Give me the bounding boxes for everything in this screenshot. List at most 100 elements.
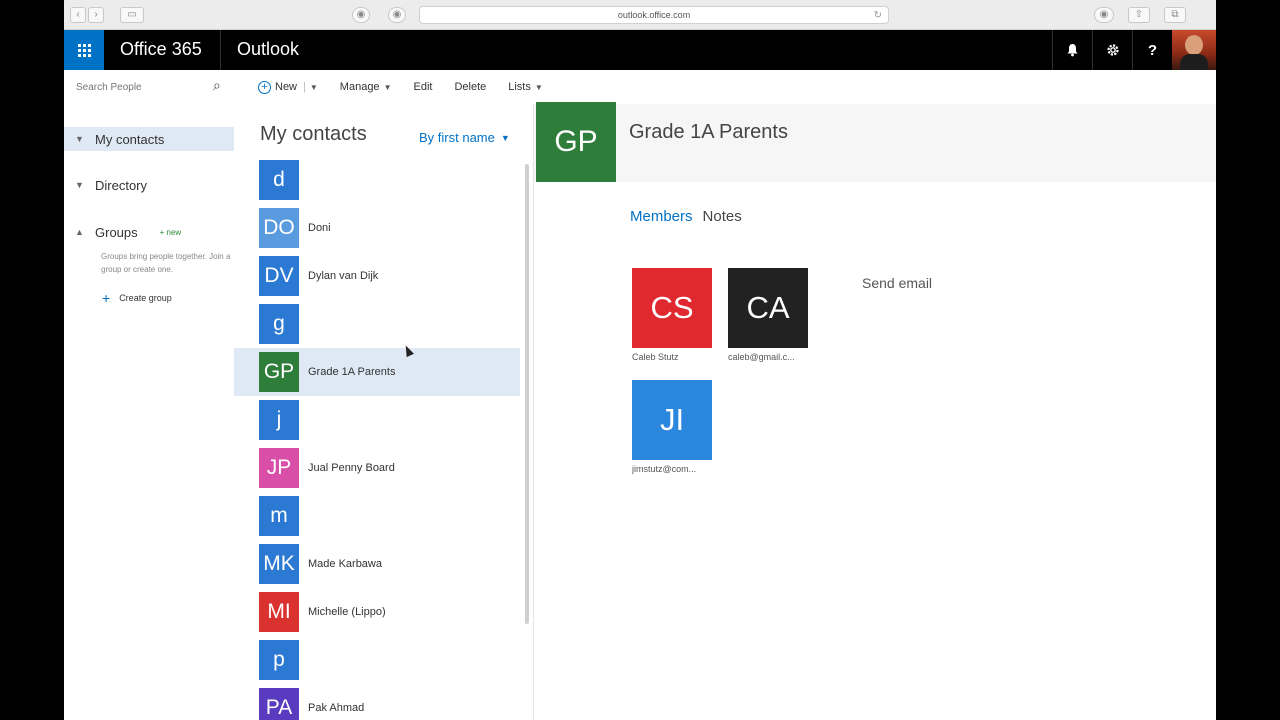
contact-row[interactable]: JP Jual Penny Board [234, 444, 520, 492]
tabs-icon[interactable]: ⧉ [1164, 7, 1186, 23]
lists-label: Lists [508, 81, 531, 93]
chevron-down-icon: ▼ [534, 82, 543, 92]
contact-row[interactable]: MI Michelle (Lippo) [234, 588, 520, 636]
group-avatar: GP [536, 102, 616, 182]
contact-avatar: DO [259, 208, 299, 248]
contact-name: Made Karbawa [308, 558, 382, 570]
nav-item-directory[interactable]: ▼ Directory [64, 173, 234, 197]
search-icon[interactable]: ⌕ [213, 77, 221, 94]
contact-name: Pak Ahmad [308, 702, 365, 714]
member-name: caleb@gmail.c... [728, 352, 795, 362]
delete-label: Delete [454, 81, 487, 93]
contact-row[interactable]: GP Grade 1A Parents [234, 348, 520, 396]
avatar[interactable] [1172, 30, 1216, 70]
search-input[interactable] [76, 78, 206, 96]
letter-divider[interactable]: d [234, 156, 520, 204]
app-screen: ‹ › ▭ ◉ ◉ outlook.office.com ↻ ◉ ⇧ ⧉ Off… [64, 0, 1216, 720]
chevron-down-icon[interactable]: ▼ [64, 134, 95, 144]
forward-icon[interactable]: › [88, 7, 104, 23]
contact-row[interactable]: DO Doni [234, 204, 520, 252]
browser-toolbar: ‹ › ▭ ◉ ◉ outlook.office.com ↻ ◉ ⇧ ⧉ [64, 0, 1216, 30]
plus-icon: + [102, 290, 111, 306]
suite-bar: Office 365 Outlook ? [64, 30, 1216, 70]
contact-name: Grade 1A Parents [308, 366, 396, 378]
manage-label: Manage [339, 81, 380, 93]
download-icon[interactable]: ◉ [1094, 7, 1114, 23]
group-tabs: Members Notes [630, 208, 752, 225]
plus-circle-icon: + [258, 80, 271, 94]
scrollbar[interactable] [525, 164, 529, 624]
sort-label: By first name [419, 130, 495, 145]
chevron-down-icon[interactable]: ▼ [64, 180, 95, 190]
contact-avatar: d [259, 160, 299, 200]
share-icon[interactable]: ⇧ [1128, 7, 1150, 23]
contact-avatar: JP [259, 448, 299, 488]
edit-button[interactable]: Edit [413, 81, 432, 93]
group-header: GP Grade 1A Parents [534, 102, 1216, 182]
contact-name: Jual Penny Board [308, 462, 395, 474]
suite-divider [220, 30, 221, 70]
letter-divider[interactable]: g [234, 300, 520, 348]
letter-divider[interactable]: p [234, 636, 520, 684]
sort-dropdown[interactable]: By first name ▼ [419, 130, 510, 145]
suite-brand[interactable]: Office 365 [120, 39, 202, 60]
member-avatar: JI [632, 380, 712, 460]
help-icon[interactable]: ? [1132, 30, 1172, 70]
member-card[interactable]: CS Caleb Stutz [632, 268, 712, 362]
avatar-face [1185, 35, 1203, 55]
send-email-link[interactable]: Send email [862, 275, 932, 291]
member-name: jimstutz@com... [632, 464, 697, 474]
new-label: New [275, 81, 298, 93]
groups-description: Groups bring people together. Join a gro… [101, 252, 231, 274]
tab-members[interactable]: Members [630, 208, 693, 225]
nav-item-my-contacts[interactable]: ▼ My contacts [64, 127, 234, 151]
sidebar-toggle-icon[interactable]: ▭ [120, 7, 144, 23]
delete-button[interactable]: Delete [454, 81, 486, 93]
tab-notes[interactable]: Notes [703, 208, 742, 225]
nav-item-label: Directory [95, 177, 148, 193]
contact-name: Dylan van Dijk [308, 270, 379, 282]
contact-avatar: DV [259, 256, 299, 296]
extension-icon[interactable]: ◉ [388, 7, 406, 23]
url-text: outlook.office.com [617, 10, 691, 20]
contact-row[interactable]: PA Pak Ahmad [234, 684, 520, 720]
contact-list-pane: My contacts By first name ▼ d DO Doni DV Dyl… [234, 104, 534, 720]
separator: | [303, 81, 306, 93]
bell-icon[interactable] [1052, 30, 1092, 70]
contact-name: Michelle (Lippo) [308, 606, 386, 618]
gear-icon[interactable] [1092, 30, 1132, 70]
letter-divider[interactable]: m [234, 492, 520, 540]
chevron-up-icon[interactable]: ▲ [64, 227, 95, 237]
chevron-down-icon[interactable]: ▼ [310, 83, 318, 92]
manage-button[interactable]: Manage ▼ [340, 81, 392, 93]
new-button[interactable]: + New | ▼ [258, 80, 318, 94]
nav-item-groups[interactable]: ▲ Groups + new [64, 220, 234, 244]
url-field[interactable]: outlook.office.com ↻ [419, 6, 889, 24]
member-card[interactable]: CA caleb@gmail.c... [728, 268, 808, 362]
contact-avatar: m [259, 496, 299, 536]
chevron-down-icon: ▼ [383, 82, 392, 92]
app-launcher-icon[interactable] [64, 30, 104, 70]
privacy-icon[interactable]: ◉ [352, 7, 370, 23]
chevron-down-icon: ▼ [500, 132, 510, 143]
nav-item-label: Groups [95, 224, 138, 240]
contact-avatar: GP [259, 352, 299, 392]
contact-name: Doni [308, 222, 331, 234]
contact-avatar: MK [259, 544, 299, 584]
member-card[interactable]: JI jimstutz@com... [632, 380, 712, 474]
group-title: Grade 1A Parents [629, 121, 788, 143]
create-group-button[interactable]: + Create group [102, 290, 172, 306]
reload-icon[interactable]: ↻ [874, 7, 882, 24]
letter-divider[interactable]: j [234, 396, 520, 444]
member-avatar: CA [728, 268, 808, 348]
contact-row[interactable]: MK Made Karbawa [234, 540, 520, 588]
new-group-link[interactable]: + new [160, 228, 182, 237]
back-icon[interactable]: ‹ [70, 7, 86, 23]
member-avatar: CS [632, 268, 712, 348]
lists-button[interactable]: Lists ▼ [508, 81, 543, 93]
contact-row[interactable]: DV Dylan van Dijk [234, 252, 520, 300]
contact-avatar: PA [259, 688, 299, 720]
command-bar: ⌕ + New | ▼ Manage ▼ Edit Delete Lists ▼ [64, 70, 1216, 104]
contact-avatar: MI [259, 592, 299, 632]
app-name[interactable]: Outlook [237, 39, 299, 60]
